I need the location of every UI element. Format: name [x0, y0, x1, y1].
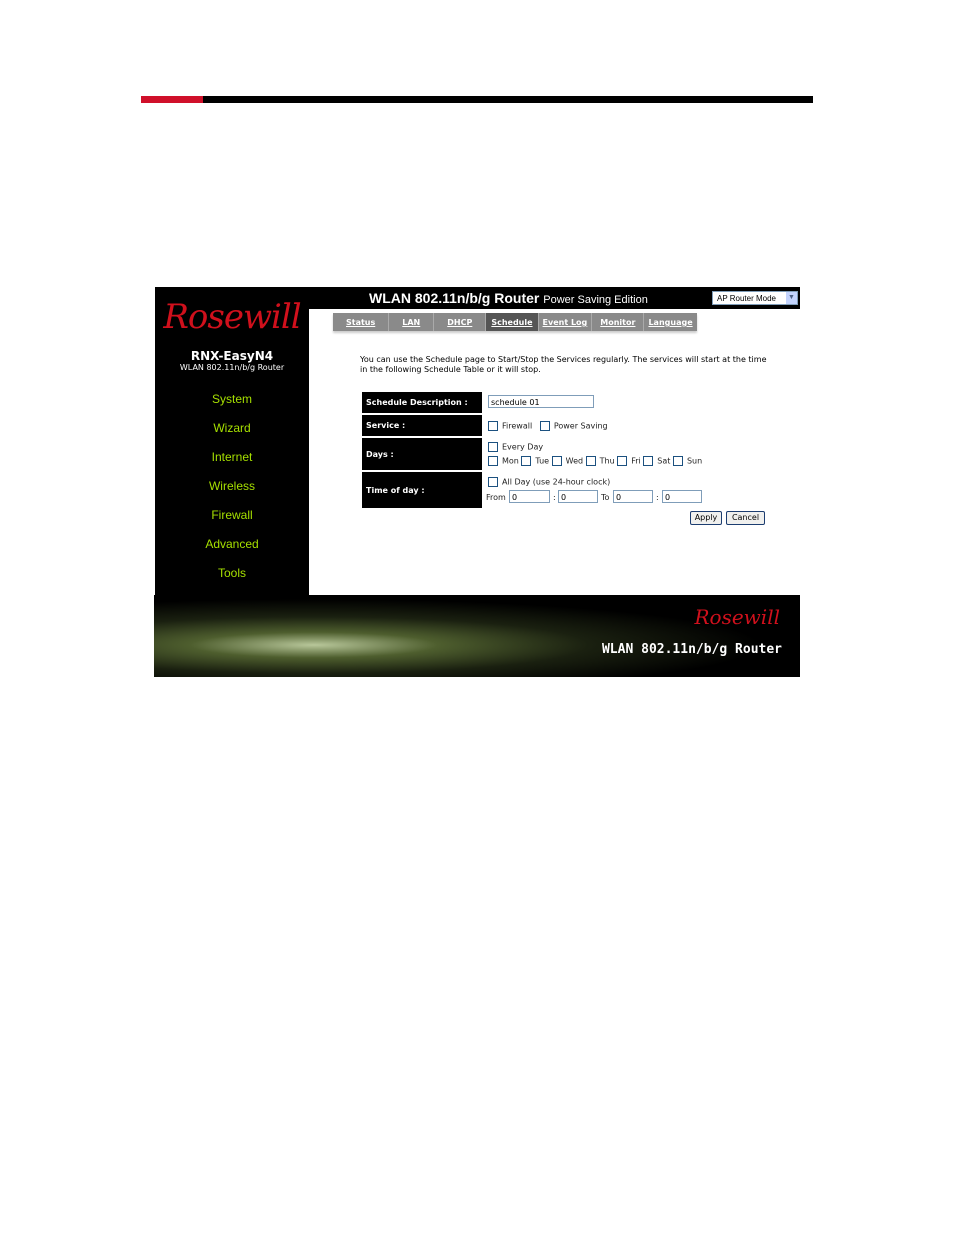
footer-banner: Rosewill WLAN 802.11n/b/g Router — [154, 595, 800, 677]
all-day-option: All Day (use 24-hour clock) — [488, 477, 610, 487]
black-header-rule — [203, 96, 813, 103]
thu-checkbox[interactable] — [585, 456, 596, 466]
sat-label: Sat — [657, 456, 671, 466]
all-day-checkbox[interactable] — [488, 477, 498, 487]
days-label: Days : — [362, 438, 482, 470]
to-colon: : — [656, 493, 659, 502]
footer-rosewill-logo: Rosewill — [694, 605, 780, 629]
fri-label: Fri — [631, 456, 641, 466]
tab-lan[interactable]: LAN — [389, 313, 435, 331]
tab-dhcp[interactable]: DHCP — [434, 313, 487, 331]
model-name: RNX-EasyN4 — [190, 349, 274, 363]
day-options: Mon Tue Wed Thu Fri Sat Sun — [488, 456, 702, 466]
every-day-label: Every Day — [502, 442, 544, 452]
title-text: WLAN 802.11n/b/g Router — [369, 290, 540, 306]
to-label: To — [601, 493, 610, 502]
tab-event-log[interactable]: Event Log — [539, 313, 593, 331]
every-day-option: Every Day — [488, 442, 543, 452]
every-day-checkbox[interactable] — [488, 442, 498, 452]
mode-value: AP Router Mode — [717, 294, 776, 303]
red-header-rule — [141, 96, 203, 103]
tab-language[interactable]: Language — [644, 313, 696, 331]
nav-firewall[interactable]: Firewall — [155, 508, 309, 522]
edition-text: Power Saving Edition — [543, 294, 648, 306]
nav-advanced[interactable]: Advanced — [155, 537, 309, 551]
fri-checkbox[interactable] — [617, 456, 628, 466]
rosewill-logo: Rosewill — [163, 297, 301, 337]
intro-text: You can use the Schedule page to Start/S… — [360, 355, 767, 374]
tab-schedule[interactable]: Schedule — [486, 313, 539, 331]
tue-checkbox[interactable] — [521, 456, 532, 466]
apply-button[interactable]: Apply — [690, 511, 722, 525]
wed-label: Wed — [565, 456, 584, 466]
mode-select[interactable]: AP Router Mode ▼ — [712, 291, 798, 305]
header-bar: WLAN 802.11n/b/g Router Power Saving Edi… — [309, 287, 800, 309]
mon-checkbox[interactable] — [488, 456, 498, 466]
from-colon: : — [553, 493, 556, 502]
wed-checkbox[interactable] — [551, 456, 562, 466]
model-subtitle: WLAN 802.11n/b/g Router — [179, 363, 285, 372]
thu-label: Thu — [599, 456, 615, 466]
sat-checkbox[interactable] — [643, 456, 654, 466]
nav-system[interactable]: System — [155, 392, 309, 406]
sun-label: Sun — [686, 456, 703, 466]
all-day-label: All Day (use 24-hour clock) — [502, 477, 611, 487]
tab-bar: Status LAN DHCP Schedule Event Log Monit… — [333, 313, 697, 331]
tab-status[interactable]: Status — [333, 313, 390, 331]
service-options: Firewall Power Saving — [488, 421, 608, 431]
power-saving-label: Power Saving — [553, 421, 608, 431]
to-minute-input[interactable]: 0 — [662, 490, 702, 503]
time-of-day-label: Time of day : — [362, 472, 482, 508]
mon-label: Mon — [502, 456, 519, 466]
schedule-description-input[interactable]: schedule 01 — [488, 395, 594, 408]
page-title: WLAN 802.11n/b/g Router Power Saving Edi… — [369, 290, 648, 306]
tab-monitor[interactable]: Monitor — [592, 313, 645, 331]
firewall-checkbox[interactable] — [488, 421, 498, 431]
from-hour-input[interactable]: 0 — [509, 490, 550, 503]
sun-checkbox[interactable] — [672, 456, 683, 466]
power-saving-checkbox[interactable] — [539, 421, 550, 431]
nav-wizard[interactable]: Wizard — [155, 421, 309, 435]
from-minute-input[interactable]: 0 — [558, 490, 598, 503]
footer-title: WLAN 802.11n/b/g Router — [601, 642, 782, 657]
from-label: From — [486, 493, 506, 502]
sidebar: Rosewill RNX-EasyN4 WLAN 802.11n/b/g Rou… — [155, 287, 309, 595]
chevron-down-icon[interactable]: ▼ — [786, 292, 797, 304]
schedule-description-label: Schedule Description : — [362, 392, 482, 413]
nav-wireless[interactable]: Wireless — [155, 479, 309, 493]
firewall-label: Firewall — [502, 421, 533, 431]
service-label: Service : — [362, 415, 482, 436]
to-hour-input[interactable]: 0 — [613, 490, 653, 503]
nav-tools[interactable]: Tools — [155, 566, 309, 580]
nav-internet[interactable]: Internet — [155, 450, 309, 464]
cancel-button[interactable]: Cancel — [726, 511, 765, 525]
tue-label: Tue — [535, 456, 550, 466]
